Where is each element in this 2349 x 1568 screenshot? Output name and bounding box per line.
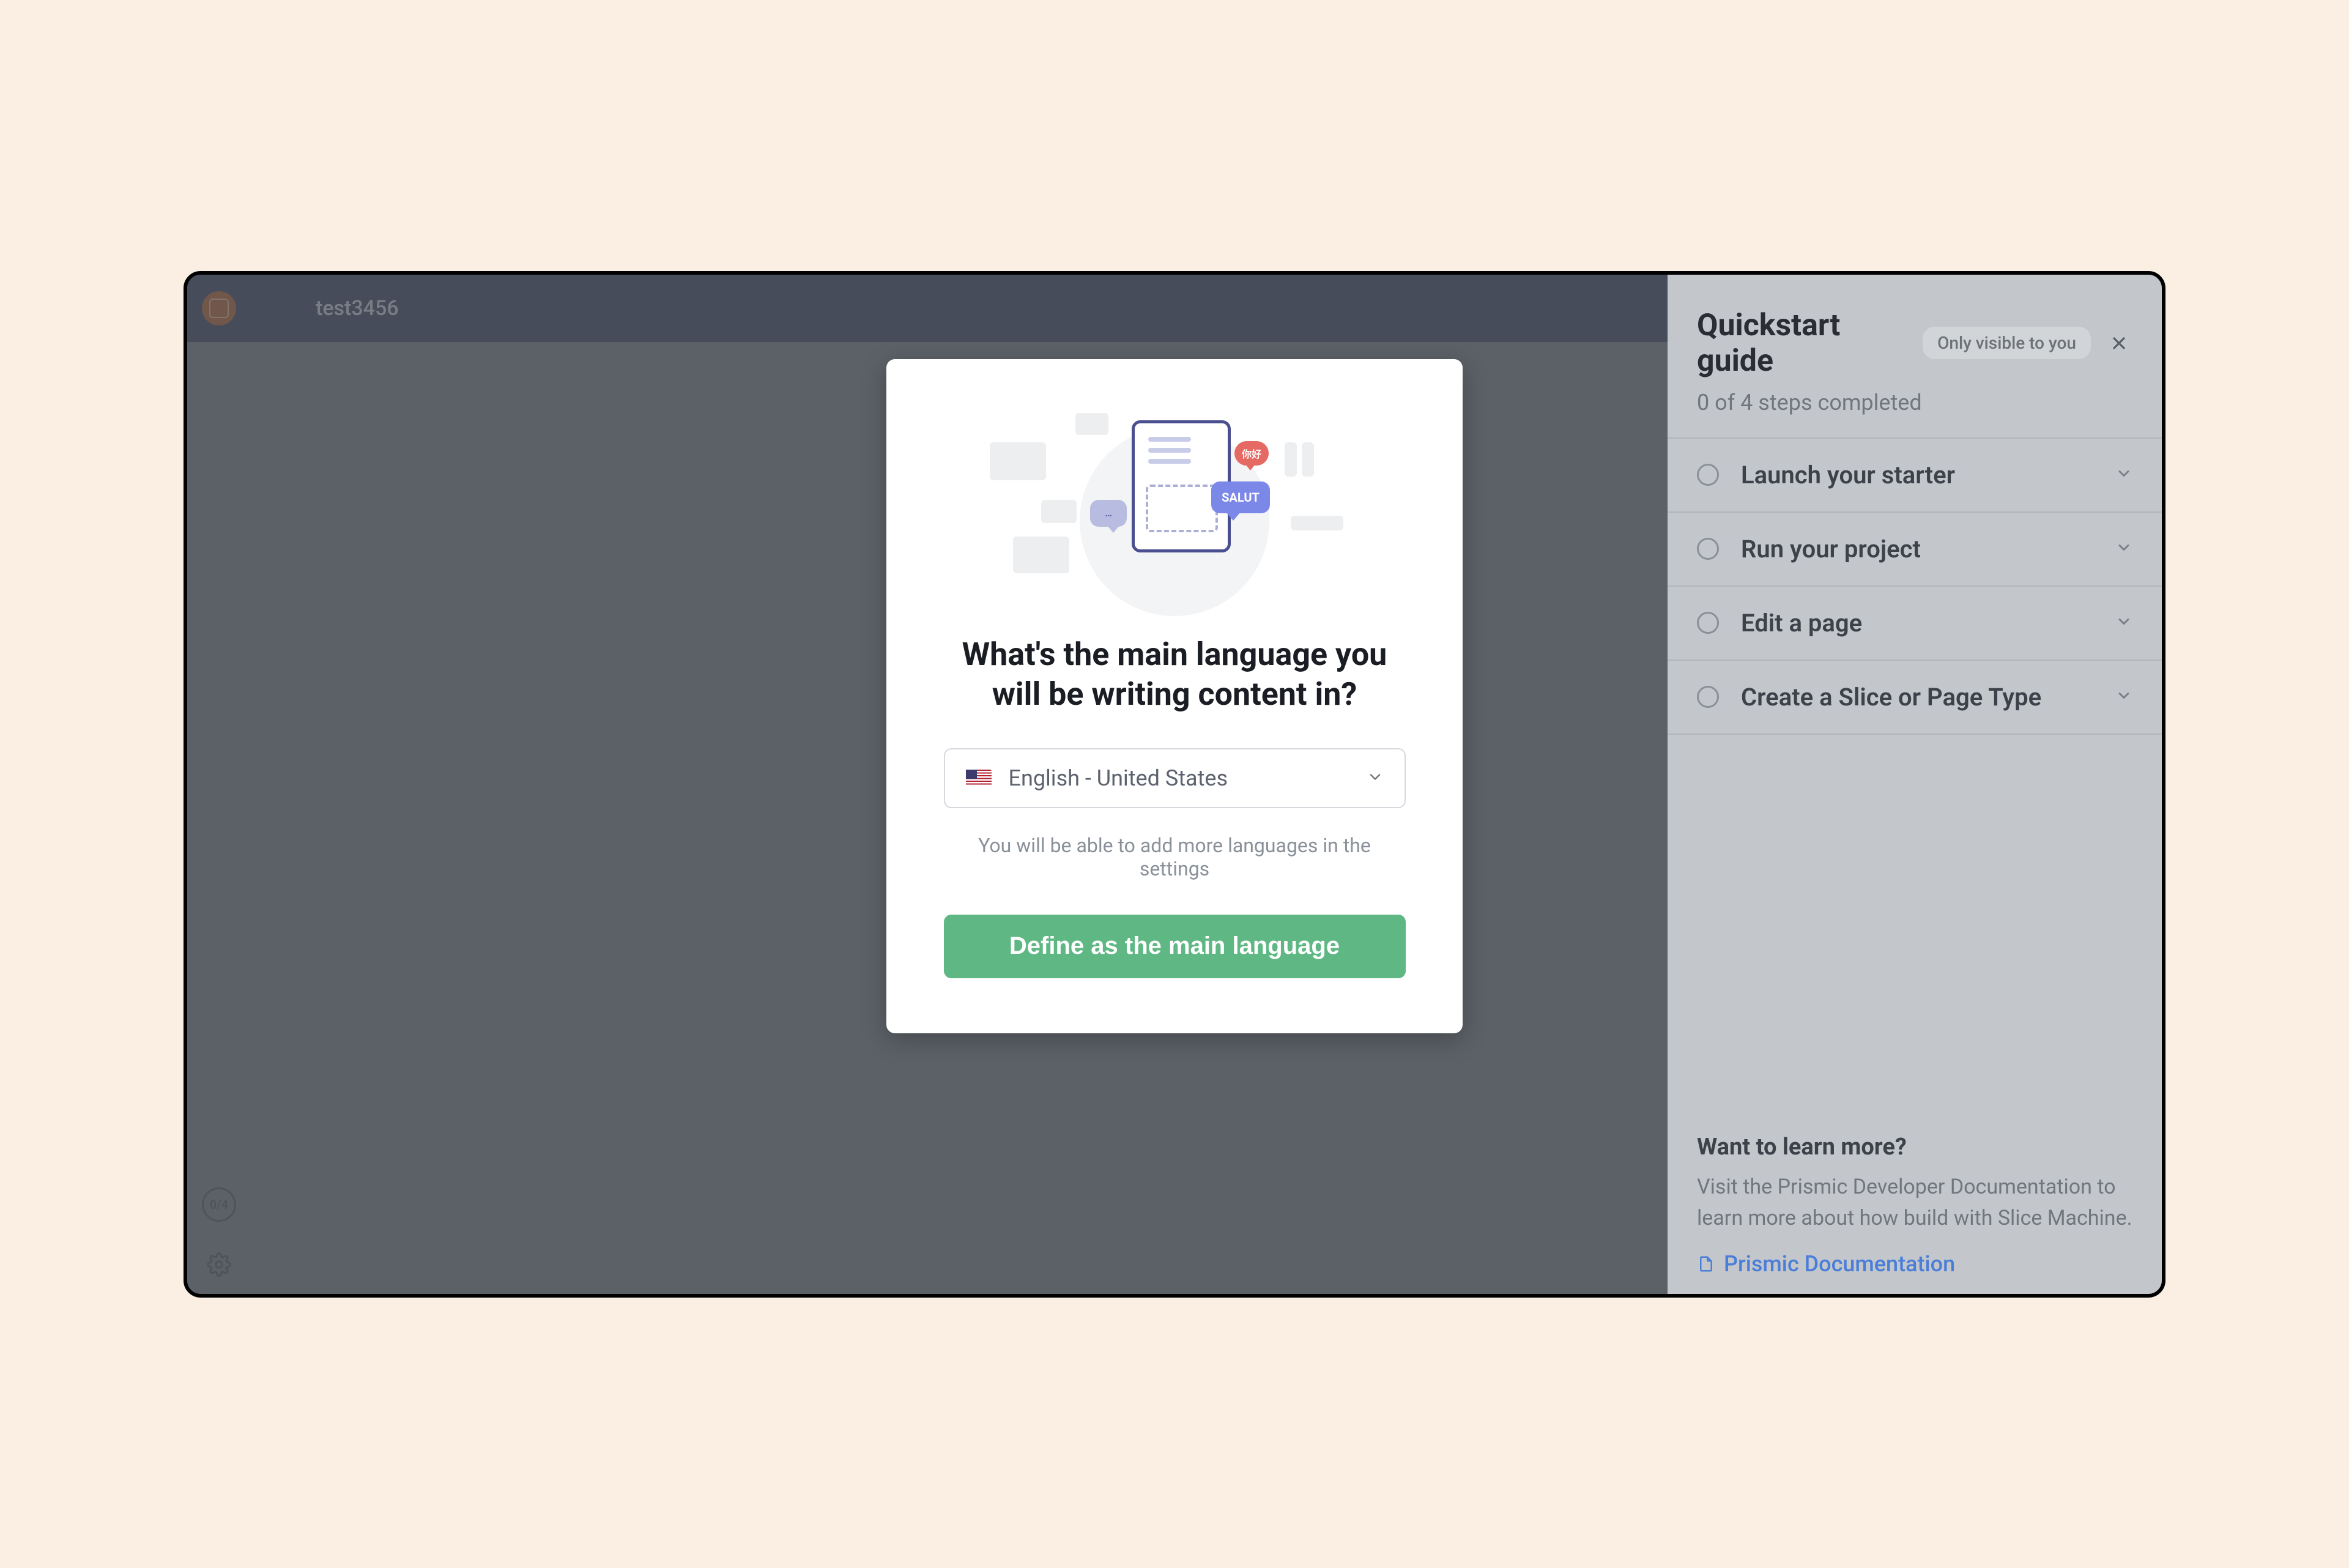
step-label: Create a Slice or Page Type [1741, 683, 2115, 712]
visibility-pill: Only visible to you [1923, 327, 2091, 359]
step-label: Edit a page [1741, 609, 2115, 637]
footer-title: Want to learn more? [1697, 1134, 2132, 1161]
quickstart-step[interactable]: Run your project [1668, 513, 2162, 587]
modal-hint: You will be able to add more languages i… [941, 834, 1408, 880]
quickstart-panel: Quickstart guide Only visible to you 0 o… [1668, 275, 2162, 1294]
step-label: Run your project [1741, 535, 2115, 563]
language-select[interactable]: English - United States [944, 748, 1406, 808]
define-language-button[interactable]: Define as the main language [944, 915, 1406, 978]
step-radio-icon [1697, 686, 1719, 708]
quickstart-step[interactable]: Launch your starter [1668, 439, 2162, 513]
app-window: test3456 0/4 Quickstart guide Only visib… [184, 271, 2165, 1298]
language-selected-label: English - United States [1009, 765, 1367, 791]
chevron-down-icon [2115, 613, 2132, 633]
flag-us-icon [966, 770, 992, 787]
quickstart-title: Quickstart guide [1697, 308, 1908, 379]
speech-bubble-icon: … [1090, 500, 1127, 527]
documentation-link[interactable]: Prismic Documentation [1697, 1251, 1955, 1277]
speech-bubble-icon: 你好 [1234, 441, 1269, 466]
quickstart-step[interactable]: Create a Slice or Page Type [1668, 661, 2162, 735]
speech-bubble-icon: SALUT [1211, 481, 1270, 513]
chevron-down-icon [2115, 687, 2132, 707]
quickstart-header: Quickstart guide Only visible to you 0 o… [1668, 275, 2162, 439]
modal-title: What's the main language you will be wri… [954, 634, 1395, 714]
modal-illustration: 你好 … SALUT [985, 408, 1364, 616]
quickstart-subtitle: 0 of 4 steps completed [1697, 390, 2132, 415]
footer-text: Visit the Prismic Developer Documentatio… [1697, 1172, 2132, 1234]
chevron-down-icon [1367, 768, 1384, 788]
step-radio-icon [1697, 464, 1719, 486]
chevron-down-icon [2115, 539, 2132, 559]
close-icon[interactable] [2106, 330, 2132, 357]
document-icon [1697, 1255, 1715, 1273]
language-modal: 你好 … SALUT What's the main language you … [886, 359, 1463, 1033]
step-radio-icon [1697, 538, 1719, 560]
chevron-down-icon [2115, 465, 2132, 485]
quickstart-steps: Launch your starter Run your project Edi… [1668, 439, 2162, 735]
quickstart-footer: Want to learn more? Visit the Prismic De… [1668, 1112, 2162, 1294]
documentation-link-label: Prismic Documentation [1724, 1251, 1955, 1277]
step-radio-icon [1697, 612, 1719, 634]
quickstart-step[interactable]: Edit a page [1668, 587, 2162, 661]
step-label: Launch your starter [1741, 461, 2115, 489]
